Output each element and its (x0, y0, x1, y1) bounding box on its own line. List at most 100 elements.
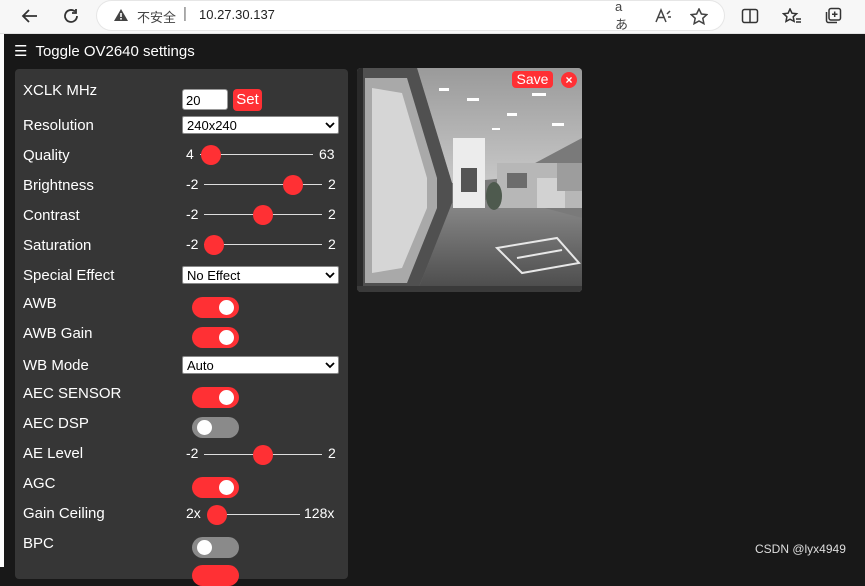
url-text[interactable]: 10.27.30.137 (199, 7, 275, 22)
agc-toggle[interactable] (192, 477, 239, 498)
aec-sensor-label: AEC SENSOR (23, 385, 122, 402)
saturation-min: -2 (186, 236, 199, 252)
wb-mode-row: WB Mode Auto (15, 353, 348, 383)
xclk-set-button[interactable]: Set (233, 89, 262, 111)
resolution-select[interactable]: 240x240 (182, 116, 339, 134)
saturation-label: Saturation (23, 237, 92, 254)
gain-ceiling-label: Gain Ceiling (23, 505, 105, 522)
security-status[interactable]: 不安全 (137, 7, 176, 26)
toggle-settings-label[interactable]: Toggle OV2640 settings (35, 43, 194, 60)
watermark: CSDN @lyx4949 (755, 542, 846, 556)
agc-label: AGC (23, 475, 56, 492)
translate-icon[interactable]: aあ (615, 0, 635, 32)
saturation-slider-thumb[interactable] (204, 235, 224, 255)
contrast-min: -2 (186, 206, 199, 222)
read-aloud-icon[interactable] (653, 7, 673, 25)
address-bar[interactable]: 不安全 | 10.27.30.137 aあ (97, 0, 724, 32)
warning-icon[interactable] (113, 8, 129, 27)
toggle-knob (197, 420, 212, 435)
next-setting-toggle[interactable] (192, 565, 239, 586)
next-setting-row (15, 560, 348, 586)
toggle-knob (219, 330, 234, 345)
brightness-min: -2 (186, 176, 199, 192)
gain-ceiling-row: Gain Ceiling 2x 128x (15, 500, 348, 530)
xclk-label: XCLK MHz (23, 82, 98, 99)
chevron-down-icon (325, 122, 335, 129)
special-effect-selected: No Effect (187, 268, 241, 283)
back-icon[interactable] (17, 4, 43, 28)
special-effect-row: Special Effect No Effect (15, 263, 348, 293)
aec-dsp-toggle[interactable] (192, 417, 239, 438)
special-effect-label: Special Effect (23, 267, 115, 284)
bpc-row: BPC (15, 530, 348, 560)
resolution-label: Resolution (23, 117, 94, 134)
awb-label: AWB (23, 295, 57, 312)
saturation-row: Saturation -2 2 (15, 230, 348, 260)
collections-icon[interactable] (822, 6, 844, 26)
saturation-max: 2 (328, 236, 336, 252)
ae-level-min: -2 (186, 445, 199, 461)
xclk-row: XCLK MHz 20 Set (15, 77, 348, 115)
refresh-icon[interactable] (58, 4, 84, 28)
brightness-row: Brightness -2 2 (15, 170, 348, 200)
contrast-row: Contrast -2 2 (15, 200, 348, 230)
aec-dsp-row: AEC DSP (15, 410, 348, 440)
contrast-label: Contrast (23, 207, 80, 224)
resolution-selected: 240x240 (187, 118, 237, 133)
favorites-icon[interactable] (781, 6, 803, 26)
aec-sensor-toggle[interactable] (192, 387, 239, 408)
brightness-slider-track[interactable] (204, 184, 322, 185)
quality-max: 63 (319, 146, 335, 162)
wb-mode-select[interactable]: Auto (182, 356, 339, 374)
awb-gain-toggle[interactable] (192, 327, 239, 348)
camera-frame-image (357, 68, 582, 292)
brightness-max: 2 (328, 176, 336, 192)
agc-row: AGC (15, 470, 348, 500)
quality-label: Quality (23, 147, 70, 164)
resolution-row: Resolution 240x240 (15, 113, 348, 143)
ae-level-label: AE Level (23, 445, 84, 462)
save-button[interactable]: Save (512, 71, 553, 88)
aec-dsp-label: AEC DSP (23, 415, 89, 432)
awb-gain-row: AWB Gain (15, 320, 348, 350)
contrast-slider-thumb[interactable] (253, 205, 273, 225)
aec-sensor-row: AEC SENSOR (15, 380, 348, 410)
ae-level-row: AE Level -2 2 (15, 440, 348, 470)
toggle-settings-header[interactable]: ☰ Toggle OV2640 settings (14, 42, 195, 61)
quality-slider-thumb[interactable] (201, 145, 222, 165)
awb-row: AWB (15, 290, 348, 320)
brightness-slider-thumb[interactable] (282, 175, 303, 195)
address-separator: | (183, 5, 187, 22)
split-screen-icon[interactable] (739, 6, 761, 26)
toggle-knob (219, 390, 234, 405)
gain-ceiling-min: 2x (186, 505, 201, 521)
ae-level-slider-thumb[interactable] (253, 445, 273, 465)
contrast-max: 2 (328, 206, 336, 222)
quality-row: Quality 4 63 (15, 140, 348, 170)
awb-gain-label: AWB Gain (23, 325, 93, 342)
toggle-knob (219, 300, 234, 315)
toggle-knob (219, 480, 234, 495)
close-icon[interactable]: × (561, 72, 577, 88)
xclk-input[interactable]: 20 (182, 89, 228, 110)
background-window-edge (0, 34, 4, 567)
wb-mode-label: WB Mode (23, 357, 89, 374)
toggle-knob (197, 540, 212, 555)
chevron-down-icon (325, 362, 335, 369)
bpc-label: BPC (23, 535, 54, 552)
awb-toggle[interactable] (192, 297, 239, 318)
quality-min: 4 (186, 146, 194, 162)
gain-ceiling-max: 128x (304, 505, 335, 521)
brightness-label: Brightness (23, 177, 94, 194)
hamburger-icon[interactable]: ☰ (14, 42, 27, 60)
favorite-star-icon[interactable] (689, 7, 709, 25)
special-effect-select[interactable]: No Effect (182, 266, 339, 284)
camera-stream (357, 68, 582, 292)
ae-level-max: 2 (328, 445, 336, 461)
bpc-toggle[interactable] (192, 537, 239, 558)
gain-ceiling-slider-thumb[interactable] (207, 505, 227, 525)
wb-mode-selected: Auto (187, 358, 214, 373)
browser-toolbar: 不安全 | 10.27.30.137 aあ (0, 0, 865, 34)
settings-panel: XCLK MHz 20 Set Resolution 240x240 Quali… (15, 69, 348, 586)
chevron-down-icon (325, 272, 335, 279)
